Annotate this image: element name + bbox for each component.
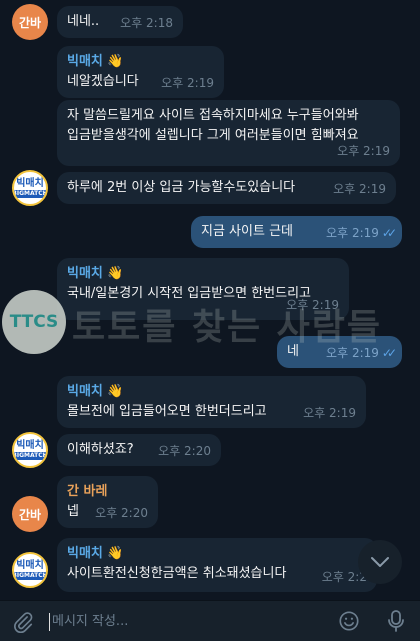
sender-badge: 👋 xyxy=(107,54,124,69)
message-time: 오후 2:19 xyxy=(337,144,390,158)
avatar-logo-subtext: BIGMATCH xyxy=(14,571,46,580)
avatar[interactable]: 빅매치 BIGMATCH xyxy=(12,170,48,206)
avatar-logo-text: 빅매치 xyxy=(16,559,44,571)
chevron-down-icon xyxy=(371,557,389,567)
message-text: 네 xyxy=(287,344,299,359)
message-bubble[interactable]: 하루에 2번 이상 입금 가능할수도있습니다 오후 2:19 xyxy=(57,172,396,204)
avatar-logo-subtext: BIGMATCH xyxy=(14,189,46,198)
sender-name[interactable]: 빅매치 xyxy=(67,54,103,69)
sender-name[interactable]: 빅매치 xyxy=(67,546,103,561)
message-time: 오후 2:20 xyxy=(95,506,148,520)
message-time: 오후 2:19 xyxy=(326,346,379,360)
avatar-logo-text: 빅매치 xyxy=(16,177,44,189)
message-bubble[interactable]: 간 바레 넵 오후 2:20 xyxy=(57,476,158,528)
paperclip-icon[interactable] xyxy=(12,611,34,633)
message-bubble[interactable]: 빅매치 👋 몰브전에 입금들어오면 한번더드리고 오후 2:19 xyxy=(57,376,366,428)
sender-badge: 👋 xyxy=(107,384,124,399)
avatar-logo-text: 빅매치 xyxy=(16,439,44,451)
message-bubble[interactable]: 이해하셨죠? 오후 2:20 xyxy=(57,434,221,466)
message-composer xyxy=(0,600,420,641)
message-input[interactable] xyxy=(52,609,312,633)
message-time: 오후 2:19 xyxy=(286,298,339,312)
sender-badge: 👋 xyxy=(107,546,124,561)
message-text: 지금 사이트 근데 xyxy=(201,224,293,239)
message-bubble[interactable]: 빅매치 👋 네알겠습니다 오후 2:19 xyxy=(57,46,224,98)
watermark-logo-text: TTCS xyxy=(9,312,59,332)
microphone-icon[interactable] xyxy=(386,609,406,633)
message-text: 이해하셨죠? xyxy=(67,442,134,457)
chat-history: 간바 네네.. 오후 2:18 빅매치 👋 네알겠습니다 오후 2:19 자 말… xyxy=(0,0,420,600)
double-check-icon: ✓✓ xyxy=(381,346,397,360)
smile-icon[interactable] xyxy=(338,610,360,632)
scroll-down-button[interactable] xyxy=(358,540,402,584)
message-time: 오후 2:20 xyxy=(158,444,211,458)
message-bubble-outgoing[interactable]: 네 오후 2:19 ✓✓ xyxy=(277,336,402,368)
message-bubble[interactable]: 자 말씀드릴게요 사이트 접속하지마세요 누구들어와봐 입금받을생각에 설렙니다… xyxy=(57,100,400,166)
message-line: 자 말씀드릴게요 사이트 접속하지마세요 누구들어와봐 xyxy=(67,108,359,123)
message-time: 오후 2:19 xyxy=(333,182,386,196)
double-check-icon: ✓✓ xyxy=(381,226,397,240)
avatar[interactable]: 빅매치 BIGMATCH xyxy=(12,432,48,468)
sender-name[interactable]: 빅매치 xyxy=(67,266,103,281)
sender-badge: 👋 xyxy=(107,266,124,281)
avatar-logo-subtext: BIGMATCH xyxy=(14,451,46,460)
sender-name[interactable]: 간 바레 xyxy=(67,482,148,502)
message-text: 하루에 2번 이상 입금 가능할수도있습니다 xyxy=(67,180,296,195)
message-bubble[interactable]: 빅매치 👋 국내/일본경기 시작전 입금받으면 한번드리고 오후 2:19 xyxy=(57,258,349,320)
avatar[interactable]: 간바 xyxy=(12,496,48,532)
message-time: 오후 2:19 xyxy=(303,406,356,420)
sender-name[interactable]: 빅매치 xyxy=(67,384,103,399)
message-time: 오후 2:18 xyxy=(120,16,173,30)
avatar[interactable]: 간바 xyxy=(12,4,48,40)
message-bubble[interactable]: 빅매치 👋 사이트환전신청한금액은 취소돼셨습니다 오후 2:2 xyxy=(57,538,377,592)
message-bubble-outgoing[interactable]: 지금 사이트 근데 오후 2:19 ✓✓ xyxy=(191,216,402,248)
message-bubble[interactable]: 네네.. 오후 2:18 xyxy=(57,6,183,38)
avatar[interactable]: 빅매치 BIGMATCH xyxy=(12,552,48,588)
text-caret xyxy=(49,613,50,631)
message-time: 오후 2:19 xyxy=(326,226,379,240)
avatar-initials: 간바 xyxy=(18,507,42,522)
avatar-initials: 간바 xyxy=(18,15,42,30)
message-time: 오후 2:19 xyxy=(161,76,214,90)
message-text: 네네.. xyxy=(67,14,100,29)
